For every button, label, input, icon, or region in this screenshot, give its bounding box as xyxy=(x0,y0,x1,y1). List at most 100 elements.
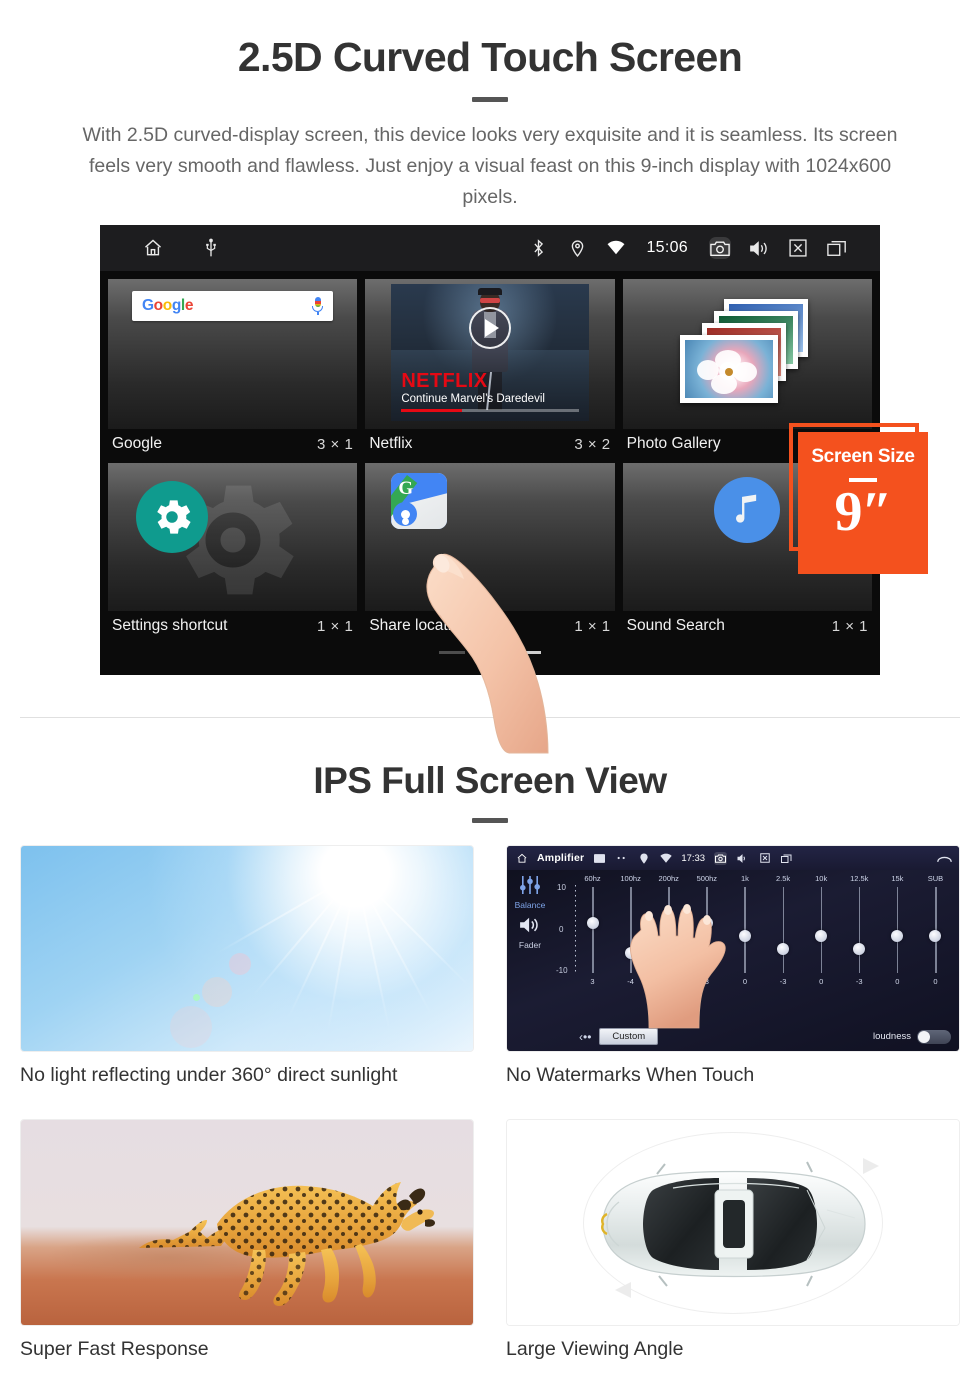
gear-icon[interactable] xyxy=(136,481,208,553)
google-maps-icon[interactable]: G xyxy=(391,473,448,529)
badge-title: Screen Size xyxy=(811,446,915,467)
widget-cell-share-location[interactable]: G Share location 1 × 1 xyxy=(365,463,615,643)
close-icon[interactable] xyxy=(787,237,809,259)
page-title: 2.5D Curved Touch Screen xyxy=(237,34,743,80)
screen-size-badge: Screen Size 9″ xyxy=(798,432,928,574)
eq-band-label: 10k xyxy=(815,874,828,883)
widget-caption-share-location: Share location 1 × 1 xyxy=(365,611,614,643)
eq-scale-bottom: -10 xyxy=(556,966,568,975)
share-location-widget[interactable]: G xyxy=(365,463,615,611)
gallery-icon xyxy=(593,852,606,865)
status-bar-time: 15:06 xyxy=(646,239,688,256)
android-head-unit-screen: 15:06 Google Google 3 × 1 NETFLIX Contin… xyxy=(100,225,880,675)
dots-icon xyxy=(615,852,628,865)
widget-caption-settings-shortcut: Settings shortcut 1 × 1 xyxy=(108,611,357,643)
widget-size: 3 × 2 xyxy=(574,435,611,453)
eq-slider[interactable]: 3 xyxy=(581,887,604,986)
volume-icon[interactable] xyxy=(748,237,770,259)
page-dot-2[interactable] xyxy=(477,651,503,654)
amplifier-footer: ‹•• Custom loudness xyxy=(579,1028,951,1045)
previous-preset-icon[interactable]: ‹•• xyxy=(579,1030,591,1044)
eq-slider[interactable]: -3 xyxy=(848,887,871,986)
recents-icon[interactable] xyxy=(780,852,793,865)
page-indicator[interactable] xyxy=(108,645,872,654)
close-icon[interactable] xyxy=(758,852,771,865)
home-icon[interactable] xyxy=(515,852,528,865)
widget-picker-grid: Google Google 3 × 1 NETFLIX Continue Mar… xyxy=(100,271,880,654)
widget-label: Sound Search xyxy=(626,617,725,634)
running-cheetah-image xyxy=(20,1119,474,1326)
widget-cell-netflix[interactable]: NETFLIX Continue Marvel’s Daredevil Netf… xyxy=(365,279,615,461)
camera-icon[interactable] xyxy=(714,851,728,865)
fader-icon[interactable] xyxy=(519,916,541,939)
netflix-logo: NETFLIX xyxy=(401,370,488,392)
eq-value: -3 xyxy=(779,977,787,986)
feature-card-no-watermarks: Amplifier 17:33 Balance Fader 60hz 100hz… xyxy=(506,845,960,1087)
widget-label: Photo Gallery xyxy=(626,435,721,452)
wifi-icon xyxy=(659,852,672,865)
feature-card-sunlight: No light reflecting under 360° direct su… xyxy=(20,845,474,1087)
amplifier-screen-image: Amplifier 17:33 Balance Fader 60hz 100hz… xyxy=(506,845,960,1052)
section2-title-underline xyxy=(472,818,508,823)
android-status-bar: 15:06 xyxy=(100,225,880,271)
eq-value: 0 xyxy=(895,977,900,986)
usb-icon[interactable] xyxy=(200,237,222,259)
camera-icon[interactable] xyxy=(709,237,731,259)
balance-icon[interactable] xyxy=(519,876,541,898)
blue-sky-sun-flare-image xyxy=(20,845,474,1052)
feature-card-caption: Super Fast Response xyxy=(20,1338,209,1360)
fader-label[interactable]: Fader xyxy=(507,940,553,950)
feature-card-grid: No light reflecting under 360° direct su… xyxy=(20,845,960,1361)
eq-value: 3 xyxy=(590,977,595,986)
amplifier-status-bar: Amplifier 17:33 xyxy=(507,846,959,870)
widget-label: Share location xyxy=(369,617,469,634)
play-icon[interactable] xyxy=(468,307,511,349)
recents-icon[interactable] xyxy=(826,237,848,259)
ips-full-screen-view-section: IPS Full Screen View No light reflecting… xyxy=(0,718,980,1361)
eq-slider[interactable]: -3 xyxy=(772,887,795,986)
android-screen-wrapper: 15:06 Google Google 3 × 1 NETFLIX Contin… xyxy=(0,225,980,754)
music-note-icon[interactable] xyxy=(714,477,781,543)
microphone-icon[interactable] xyxy=(312,297,324,315)
loudness-control[interactable]: loudness xyxy=(872,1029,951,1044)
eq-band-labels: 60hz 100hz 200hz 500hz 1k 2.5k 10k 12.5k… xyxy=(555,874,953,883)
widget-size: 3 × 1 xyxy=(317,435,354,453)
equalizer-panel: 60hz 100hz 200hz 500hz 1k 2.5k 10k 12.5k… xyxy=(553,870,959,1051)
widget-cell-google[interactable]: Google Google 3 × 1 xyxy=(108,279,358,461)
location-icon xyxy=(566,237,588,259)
google-search-widget[interactable]: Google xyxy=(108,279,358,429)
loudness-label: loudness xyxy=(872,1031,911,1042)
settings-shortcut-widget[interactable] xyxy=(108,463,358,611)
eq-slider[interactable]: 0 xyxy=(810,887,833,986)
widget-row-2: Settings shortcut 1 × 1 G Share location… xyxy=(108,463,872,643)
curved-touch-screen-section: 2.5D Curved Touch Screen With 2.5D curve… xyxy=(0,0,980,754)
balance-label[interactable]: Balance xyxy=(507,900,553,910)
eq-band-label: SUB xyxy=(927,874,944,883)
widget-cell-settings-shortcut[interactable]: Settings shortcut 1 × 1 xyxy=(108,463,358,643)
page-dot-3[interactable] xyxy=(515,651,541,654)
feature-card-fast-response: Super Fast Response xyxy=(20,1119,474,1361)
amplifier-sidebar: Balance Fader xyxy=(507,870,553,1051)
netflix-subtitle: Continue Marvel’s Daredevil xyxy=(401,393,545,405)
section-description: With 2.5D curved-display screen, this de… xyxy=(82,124,898,208)
eq-slider[interactable]: 0 xyxy=(886,887,909,986)
google-search-bar[interactable]: Google xyxy=(132,291,334,321)
back-icon[interactable] xyxy=(937,852,952,865)
page-dot-1[interactable] xyxy=(439,651,465,654)
section2-title: IPS Full Screen View xyxy=(313,760,667,801)
widget-label: Google xyxy=(112,435,162,452)
home-icon[interactable] xyxy=(142,237,164,259)
preset-button[interactable]: Custom xyxy=(599,1028,659,1045)
feature-card-caption: No light reflecting under 360° direct su… xyxy=(20,1064,398,1086)
netflix-widget[interactable]: NETFLIX Continue Marvel’s Daredevil xyxy=(365,279,615,429)
title-underline xyxy=(472,97,508,102)
volume-icon[interactable] xyxy=(736,852,749,865)
eq-slider[interactable]: 0 xyxy=(924,887,947,986)
eq-band-label: 2.5k xyxy=(775,874,791,883)
eq-value: 0 xyxy=(819,977,824,986)
bluetooth-icon xyxy=(527,237,549,259)
loudness-toggle[interactable] xyxy=(917,1029,951,1044)
car-top-view-image xyxy=(506,1119,960,1326)
eq-scale-mid: 0 xyxy=(559,925,564,934)
photo-gallery-widget[interactable] xyxy=(622,279,872,429)
